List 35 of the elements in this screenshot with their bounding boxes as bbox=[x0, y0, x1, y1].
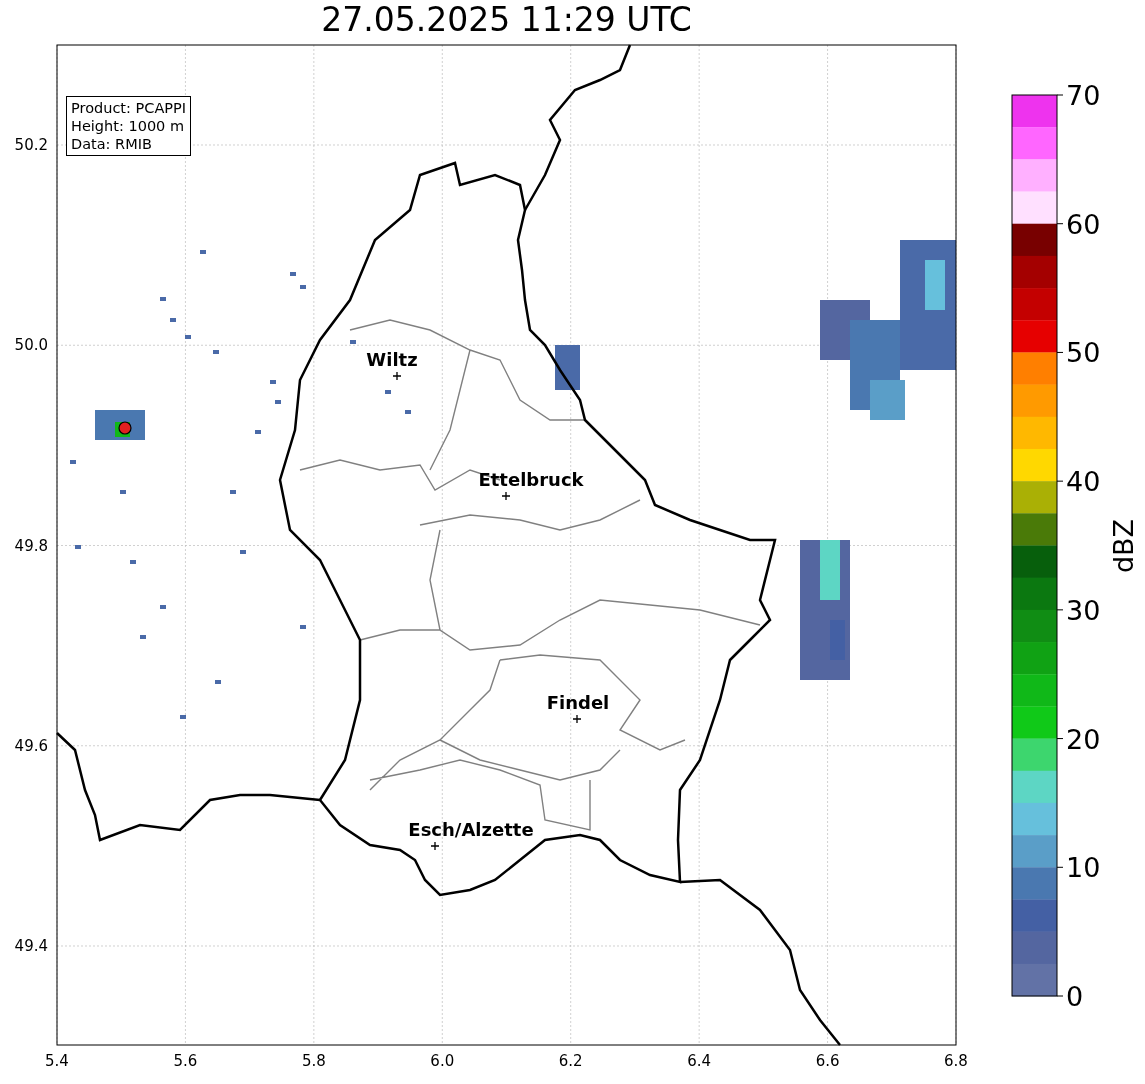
colorbar-tick-label: 10 bbox=[1066, 852, 1101, 884]
city-marker-icon bbox=[430, 841, 440, 851]
axis-tick-label: 49.8 bbox=[14, 536, 48, 555]
colorbar-tick-label: 20 bbox=[1066, 723, 1101, 755]
axis-tick-label: 49.4 bbox=[14, 937, 48, 955]
chart-title: 27.05.2025 11:29 UTC bbox=[321, 0, 692, 40]
colorbar-tick-label: 30 bbox=[1066, 594, 1101, 626]
city-marker-icon bbox=[501, 491, 511, 501]
city-label: Esch/Alzette bbox=[408, 819, 534, 840]
axis-tick-label: 50.2 bbox=[14, 136, 48, 154]
city-label: Ettelbruck bbox=[478, 469, 584, 490]
colorbar-tick-label: 40 bbox=[1066, 466, 1101, 498]
axis-tick-label: 6.0 bbox=[430, 1052, 455, 1070]
axis-tick-label: 5.4 bbox=[45, 1052, 69, 1070]
axis-tick-label: 50.0 bbox=[14, 336, 48, 355]
axis-tick-label: 5.8 bbox=[301, 1052, 326, 1070]
axis-tick-label: 6.4 bbox=[687, 1052, 712, 1070]
legend-text: Product: PCAPPI bbox=[71, 99, 187, 117]
city-label: Wiltz bbox=[366, 349, 418, 370]
colorbar-tick-label: 0 bbox=[1066, 981, 1084, 1012]
colorbar-tick-label: 50 bbox=[1066, 337, 1101, 369]
colorbar-tick-label: 70 bbox=[1066, 80, 1101, 111]
city-label: Findel bbox=[546, 692, 610, 713]
axis-tick-label: 5.6 bbox=[173, 1052, 198, 1070]
radar-site-marker bbox=[118, 421, 132, 435]
colorbar-label: dBZ bbox=[1108, 518, 1139, 574]
axis-tick-label: 49.6 bbox=[14, 736, 48, 755]
legend-text: Data: RMIB bbox=[71, 135, 153, 153]
axis-tick-label: 6.6 bbox=[815, 1052, 840, 1070]
city-marker-icon bbox=[392, 371, 402, 381]
axis-tick-label: 6.2 bbox=[558, 1052, 583, 1070]
city-marker-icon bbox=[572, 714, 582, 724]
colorbar-tick-label: 60 bbox=[1066, 208, 1101, 240]
axis-tick-label: 6.8 bbox=[944, 1052, 968, 1070]
legend-text: Height: 1000 m bbox=[71, 117, 186, 135]
